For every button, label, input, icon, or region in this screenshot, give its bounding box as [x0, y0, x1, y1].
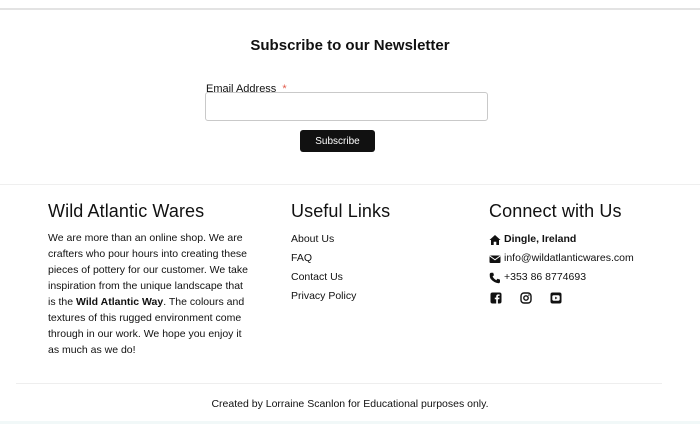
home-icon [489, 234, 502, 246]
about-text: We are more than an online shop. We are … [48, 230, 253, 358]
about-text-highlight: Wild Atlantic Way [76, 296, 164, 308]
useful-links-column: Useful Links About Us FAQ Contact Us Pri… [291, 201, 451, 306]
email-field[interactable] [205, 92, 488, 121]
link-faq[interactable]: FAQ [291, 249, 451, 268]
section-divider [0, 184, 700, 185]
email-row: info@wildatlanticwares.com [489, 249, 689, 268]
connect-column: Connect with Us Dingle, Ireland info@wil… [489, 201, 689, 304]
location-text: Dingle, Ireland [504, 233, 577, 245]
subscribe-button[interactable]: Subscribe [300, 130, 375, 152]
phone-row: +353 86 8774693 [489, 268, 689, 287]
social-links [489, 291, 689, 304]
about-heading: Wild Atlantic Wares [48, 201, 205, 221]
connect-heading: Connect with Us [489, 201, 622, 221]
link-contact-us[interactable]: Contact Us [291, 268, 451, 287]
phone-text[interactable]: +353 86 8774693 [504, 268, 586, 287]
useful-links-heading: Useful Links [291, 201, 391, 221]
youtube-icon[interactable] [550, 291, 562, 304]
phone-icon [489, 272, 502, 284]
link-privacy-policy[interactable]: Privacy Policy [291, 287, 451, 306]
about-column: Wild Atlantic Wares We are more than an … [48, 201, 253, 358]
facebook-icon[interactable] [490, 291, 502, 304]
envelope-icon [489, 253, 502, 265]
location-row: Dingle, Ireland [489, 230, 689, 249]
link-about-us[interactable]: About Us [291, 230, 451, 249]
credit-text: Created by Lorraine Scanlon for Educatio… [211, 398, 489, 410]
newsletter-title: Subscribe to our Newsletter [250, 37, 450, 54]
newsletter-section: Subscribe to our Newsletter Email Addres… [0, 10, 700, 184]
email-text[interactable]: info@wildatlanticwares.com [504, 249, 634, 268]
footer-divider [16, 383, 662, 384]
instagram-icon[interactable] [520, 291, 532, 304]
